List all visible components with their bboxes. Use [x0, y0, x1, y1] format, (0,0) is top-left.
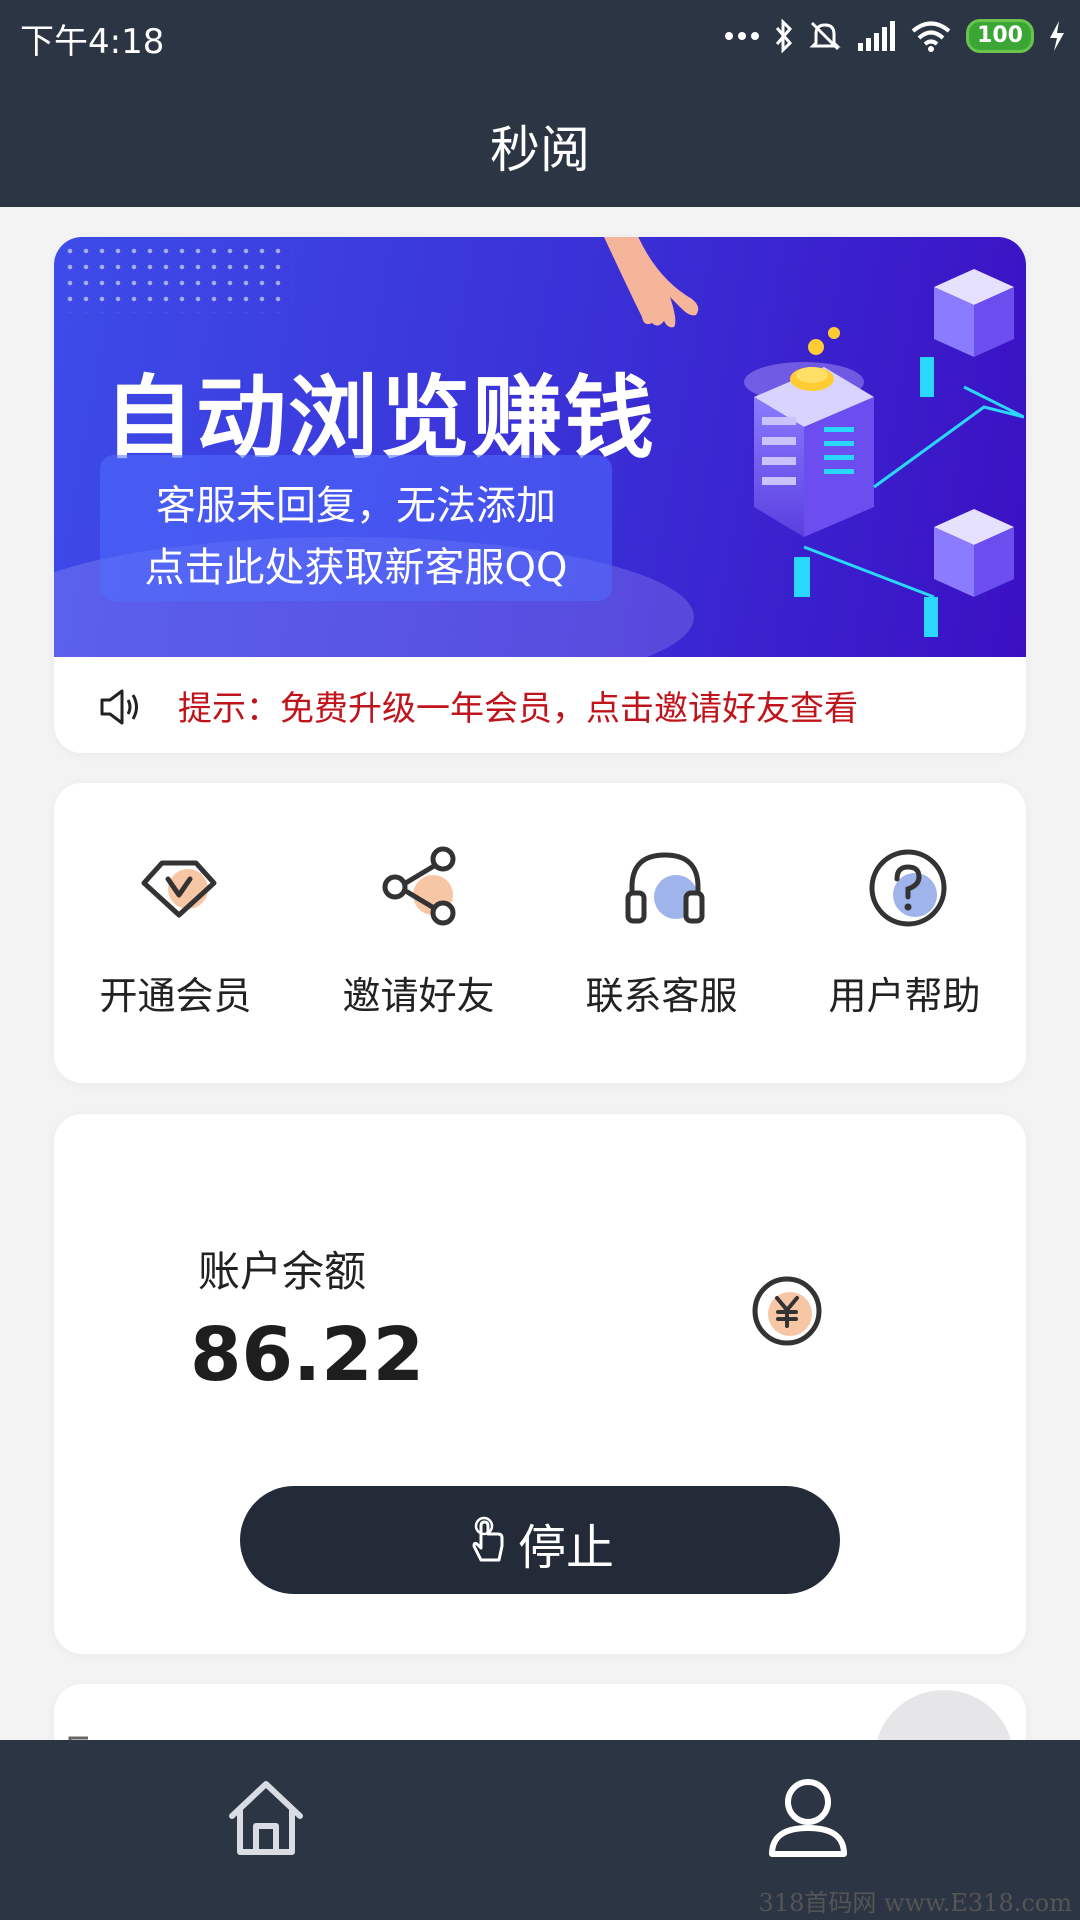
menu-label-support: 联系客服: [585, 974, 738, 1018]
share-icon: [382, 846, 456, 926]
promo-banner[interactable]: 自动浏览赚钱 客服未回复，无法添加 点击此处获取新客服QQ: [54, 237, 1026, 657]
vip-diamond-icon: [141, 860, 217, 918]
server-illustration: [744, 269, 1024, 637]
stop-button[interactable]: 停止: [240, 1486, 840, 1594]
balance-card: 账户余额 86.22 停止: [54, 1114, 1026, 1654]
more-dots-icon: [725, 32, 760, 40]
menu-item-vip[interactable]: 开通会员: [54, 783, 297, 1083]
banner-dots-decoration: [62, 243, 292, 313]
charging-bolt-icon: [1050, 21, 1064, 51]
menu-item-support[interactable]: 联系客服: [540, 783, 783, 1083]
notice-bar[interactable]: 提示：免费升级一年会员，点击邀请好友查看: [54, 657, 1026, 753]
menu-item-help[interactable]: 用户帮助: [783, 783, 1026, 1083]
wifi-icon: [911, 21, 951, 52]
menu-item-invite[interactable]: 邀请好友: [297, 783, 540, 1083]
help-icon: [869, 849, 947, 927]
banner-line-1: 客服未回复，无法添加: [156, 483, 556, 529]
status-bar: 下午4:18 100: [0, 0, 1080, 72]
speaker-icon: [100, 689, 138, 725]
signal-icon: [858, 21, 896, 51]
watermark: 318首码网 www.E318.com: [758, 1889, 1072, 1917]
page-title: 秒阅: [490, 121, 590, 179]
home-icon[interactable]: [224, 1778, 308, 1858]
notice-text: 提示：免费升级一年会员，点击邀请好友查看: [178, 689, 858, 729]
banner-qq-box[interactable]: 客服未回复，无法添加 点击此处获取新客服QQ: [100, 455, 612, 601]
menu-label-help: 用户帮助: [828, 974, 981, 1018]
yuan-coin-icon: [752, 1276, 822, 1346]
status-icons: 100: [724, 16, 1066, 56]
tap-hand-icon: [472, 1516, 504, 1562]
top-nav-bar: 秒阅: [0, 72, 1080, 207]
quick-menu-card: 开通会员 邀请好友 联系客服 用户帮助: [54, 783, 1026, 1083]
bottom-nav: 318首码网 www.E318.com: [0, 1740, 1080, 1920]
battery-indicator: 100: [966, 19, 1034, 53]
banner-card: 自动浏览赚钱 客服未回复，无法添加 点击此处获取新客服QQ 提示：免费升级一年会…: [54, 237, 1026, 753]
mute-bell-icon: [809, 21, 841, 51]
status-time: 下午4:18: [20, 22, 165, 62]
bluetooth-icon: [775, 19, 793, 53]
balance-value: 86.22: [190, 1312, 425, 1398]
menu-label-invite: 邀请好友: [342, 974, 495, 1018]
balance-label: 账户余额: [198, 1247, 367, 1296]
menu-label-vip: 开通会员: [99, 974, 252, 1018]
profile-icon[interactable]: [766, 1776, 850, 1860]
stop-button-label: 停止: [518, 1520, 615, 1576]
headset-icon: [625, 852, 705, 924]
banner-line-2: 点击此处获取新客服QQ: [144, 545, 568, 591]
